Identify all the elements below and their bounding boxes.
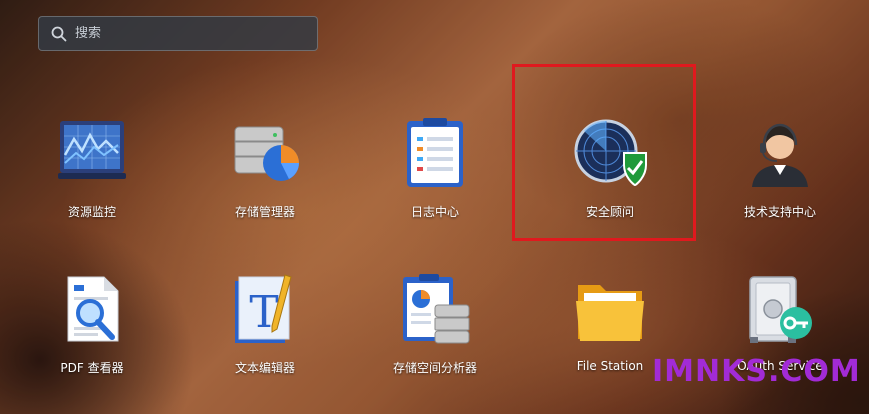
highlight-box	[512, 64, 696, 241]
app-storage-manager[interactable]: 存储管理器	[195, 115, 335, 255]
resource-monitor-icon	[58, 121, 126, 179]
support-center-icon	[752, 123, 808, 187]
storage-analyzer-icon	[403, 274, 470, 344]
app-storage-analyzer[interactable]: 存储空间分析器	[365, 271, 505, 411]
pdf-viewer-icon	[67, 276, 119, 342]
watermark: IMNKS.COM	[652, 354, 861, 389]
app-label: 资源监控	[67, 205, 116, 219]
app-pdf-viewer[interactable]: PDF 查看器	[22, 271, 162, 411]
app-label: 日志中心	[410, 205, 459, 219]
file-station-icon	[576, 285, 644, 341]
app-resource-monitor[interactable]: 资源监控	[22, 115, 162, 255]
app-label: PDF 查看器	[60, 361, 124, 375]
app-label: 存储空间分析器	[392, 361, 477, 375]
log-center-icon	[407, 118, 463, 187]
app-oauth-service[interactable]: OAuth Service	[710, 271, 850, 411]
app-log-center[interactable]: 日志中心	[365, 115, 505, 255]
storage-manager-icon	[234, 126, 299, 181]
app-label: 技术支持中心	[743, 205, 816, 219]
text-editor-icon: T	[235, 274, 292, 343]
search-input[interactable]	[75, 26, 295, 41]
app-label: 文本编辑器	[234, 361, 295, 375]
app-file-station[interactable]: File Station	[540, 271, 680, 411]
app-support-center[interactable]: 技术支持中心	[710, 115, 850, 255]
search-bar[interactable]	[38, 16, 318, 51]
search-icon	[51, 26, 67, 41]
app-label: 存储管理器	[234, 205, 295, 219]
app-text-editor[interactable]: T 文本编辑器	[195, 271, 335, 411]
oauth-service-icon	[749, 276, 812, 343]
